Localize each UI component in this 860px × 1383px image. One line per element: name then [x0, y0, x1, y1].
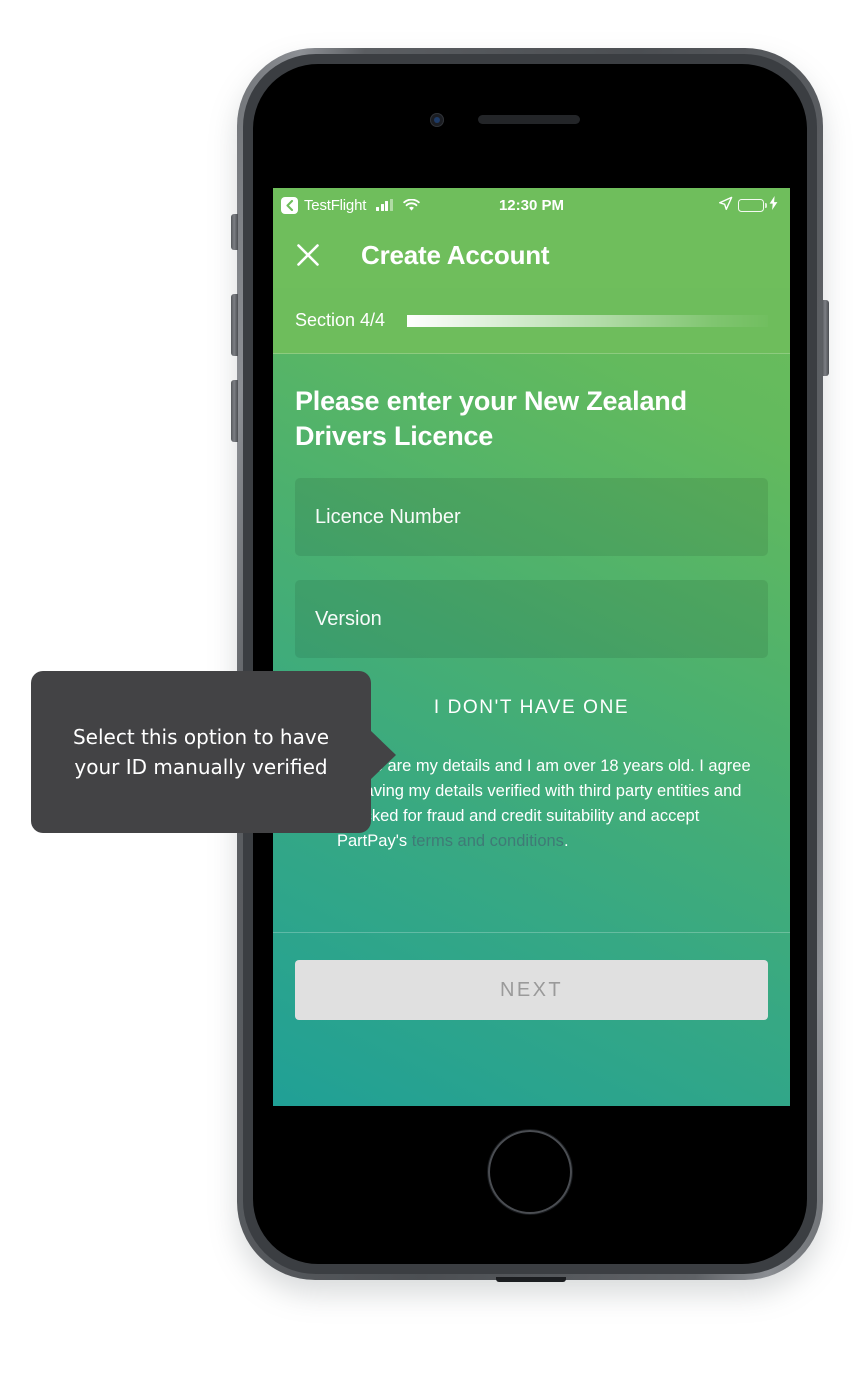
power-button[interactable] — [822, 300, 829, 376]
volume-up-button[interactable] — [231, 294, 238, 356]
phone-screen: TestFlight 12:30 PM Create Account Secti… — [273, 188, 790, 1106]
version-input[interactable]: Version — [295, 580, 768, 659]
earpiece-speaker — [478, 115, 580, 124]
status-bar-left: TestFlight — [281, 196, 420, 214]
progress-bar-fill — [407, 314, 768, 327]
wifi-icon — [402, 198, 420, 212]
mute-switch[interactable] — [231, 214, 238, 250]
section-progress-row: Section 4/4 — [273, 288, 790, 354]
status-bar-back-label[interactable]: TestFlight — [304, 197, 366, 214]
home-button[interactable] — [488, 1130, 572, 1214]
version-placeholder: Version — [315, 607, 382, 630]
front-camera — [430, 113, 444, 127]
status-bar-right — [718, 196, 778, 215]
page-title: Create Account — [361, 239, 550, 270]
next-button[interactable]: NEXT — [295, 960, 768, 1020]
back-chevron-icon[interactable] — [281, 196, 298, 214]
no-licence-label: I DON'T HAVE ONE — [433, 697, 630, 719]
licence-number-placeholder: Licence Number — [315, 505, 461, 528]
next-button-label: NEXT — [500, 978, 563, 1001]
cellular-bars-icon — [376, 199, 393, 211]
volume-down-button[interactable] — [231, 380, 238, 442]
section-label: Section 4/4 — [295, 310, 386, 330]
tooltip-text: Select this option to have your ID manua… — [72, 724, 329, 779]
form-footer: NEXT — [273, 932, 790, 1106]
close-x-icon[interactable] — [295, 242, 321, 268]
tooltip-callout: Select this option to have your ID manua… — [31, 671, 371, 833]
consent-text-after: . — [563, 832, 569, 851]
form-heading: Please enter your New Zealand Drivers Li… — [295, 386, 687, 452]
screenshot-canvas: TestFlight 12:30 PM Create Account Secti… — [0, 0, 860, 1383]
tooltip-arrow — [370, 730, 396, 780]
lightning-bolt-icon — [769, 196, 778, 214]
progress-bar-track — [407, 314, 768, 327]
location-arrow-icon — [718, 196, 733, 215]
device-bottom-notch — [496, 1277, 566, 1282]
licence-number-input[interactable]: Licence Number — [295, 478, 768, 557]
consent-text: These are my details and I am over 18 ye… — [337, 754, 768, 854]
terms-and-conditions-link[interactable]: terms and conditions — [412, 832, 564, 850]
battery-icon — [738, 198, 767, 212]
app-navigation-bar: Create Account — [273, 222, 790, 288]
ios-status-bar: TestFlight 12:30 PM — [273, 188, 790, 222]
